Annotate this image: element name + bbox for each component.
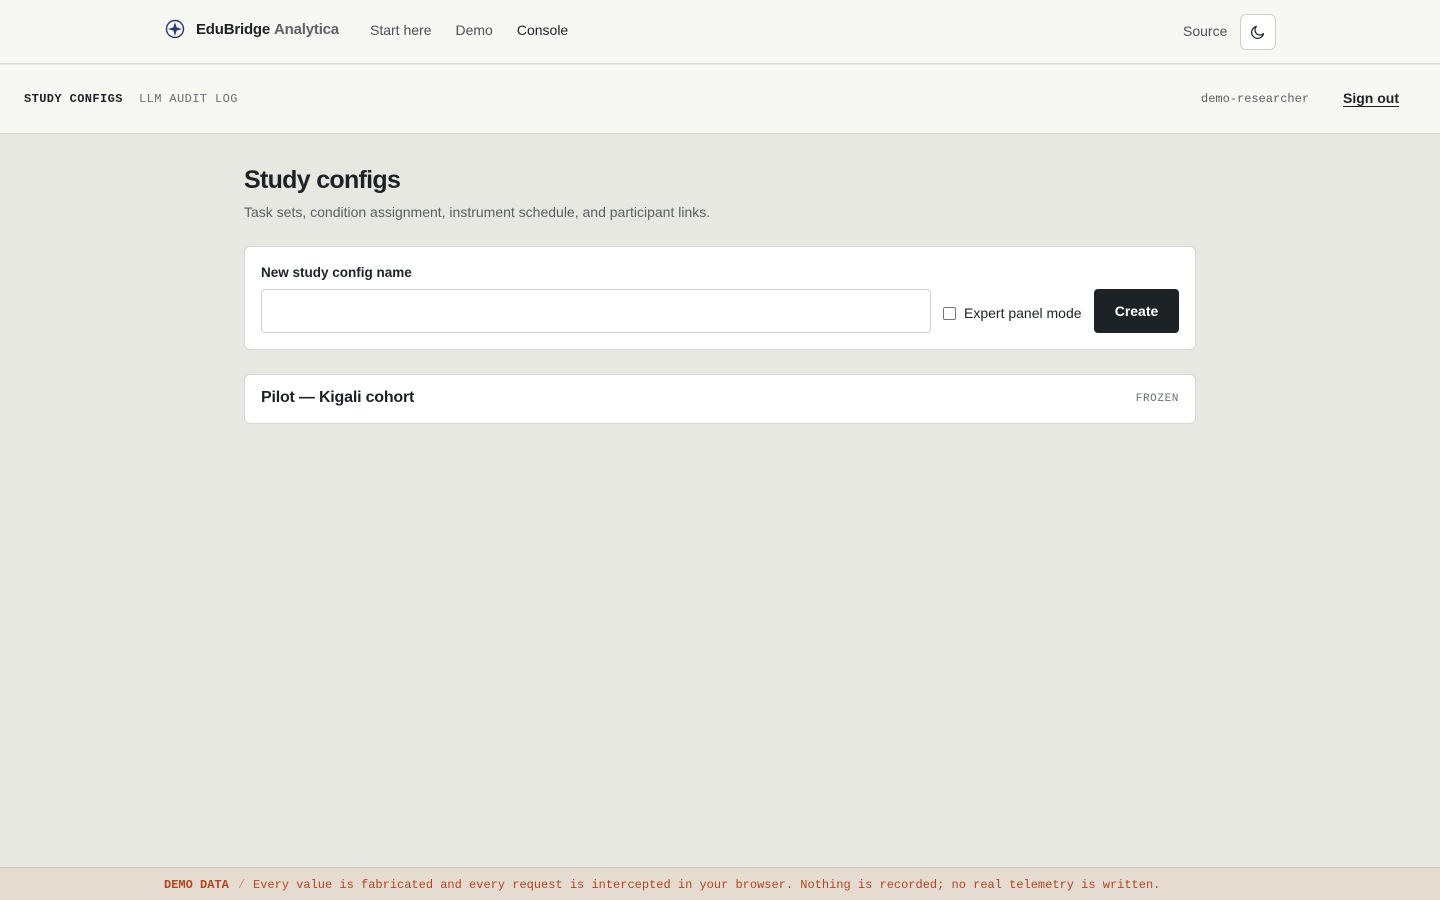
create-button[interactable]: Create	[1094, 289, 1179, 333]
expert-panel-label[interactable]: Expert panel mode	[964, 305, 1082, 321]
page-title: Study configs	[244, 166, 401, 194]
status-badge: FROZEN	[1135, 393, 1179, 405]
banner-separator: /	[238, 878, 246, 892]
nav-link-console[interactable]: Console	[517, 22, 568, 38]
sign-out-link[interactable]: Sign out	[1343, 90, 1399, 106]
create-config-card: New study config name Expert panel mode …	[244, 246, 1196, 350]
source-link[interactable]: Source	[1183, 23, 1227, 39]
config-name[interactable]: Pilot — Kigali cohort	[261, 389, 414, 407]
expert-panel-checkbox[interactable]	[943, 307, 956, 320]
demo-data-tag: DEMO DATA	[164, 878, 229, 892]
current-user: demo-researcher	[1201, 92, 1310, 106]
nav-link-start-here[interactable]: Start here	[370, 22, 431, 38]
tab-study-configs[interactable]: STUDY CONFIGS	[24, 92, 123, 106]
top-navigation: EduBridge Analytica Start here Demo Cons…	[0, 0, 1440, 64]
brand-suffix: Analytica	[274, 20, 339, 38]
page-subtitle: Task sets, condition assignment, instrum…	[244, 204, 711, 220]
brand-name: EduBridge	[196, 20, 271, 38]
main-nav: Start here Demo Console	[370, 22, 592, 38]
banner-text: Every value is fabricated and every requ…	[253, 878, 1161, 892]
console-subnav: STUDY CONFIGS LLM AUDIT LOG demo-researc…	[0, 65, 1440, 134]
nav-link-demo[interactable]: Demo	[455, 22, 492, 38]
demo-data-banner: DEMO DATA / Every value is fabricated an…	[0, 867, 1440, 900]
config-name-input[interactable]	[261, 289, 931, 333]
theme-toggle-button[interactable]	[1240, 14, 1276, 50]
config-name-label: New study config name	[261, 265, 412, 280]
tab-llm-audit-log[interactable]: LLM AUDIT LOG	[139, 92, 238, 106]
compass-icon	[165, 19, 185, 39]
brand-logo[interactable]: EduBridge Analytica	[165, 18, 339, 40]
config-list-item[interactable]: Pilot — Kigali cohort FROZEN	[244, 374, 1196, 424]
moon-icon	[1251, 25, 1265, 39]
